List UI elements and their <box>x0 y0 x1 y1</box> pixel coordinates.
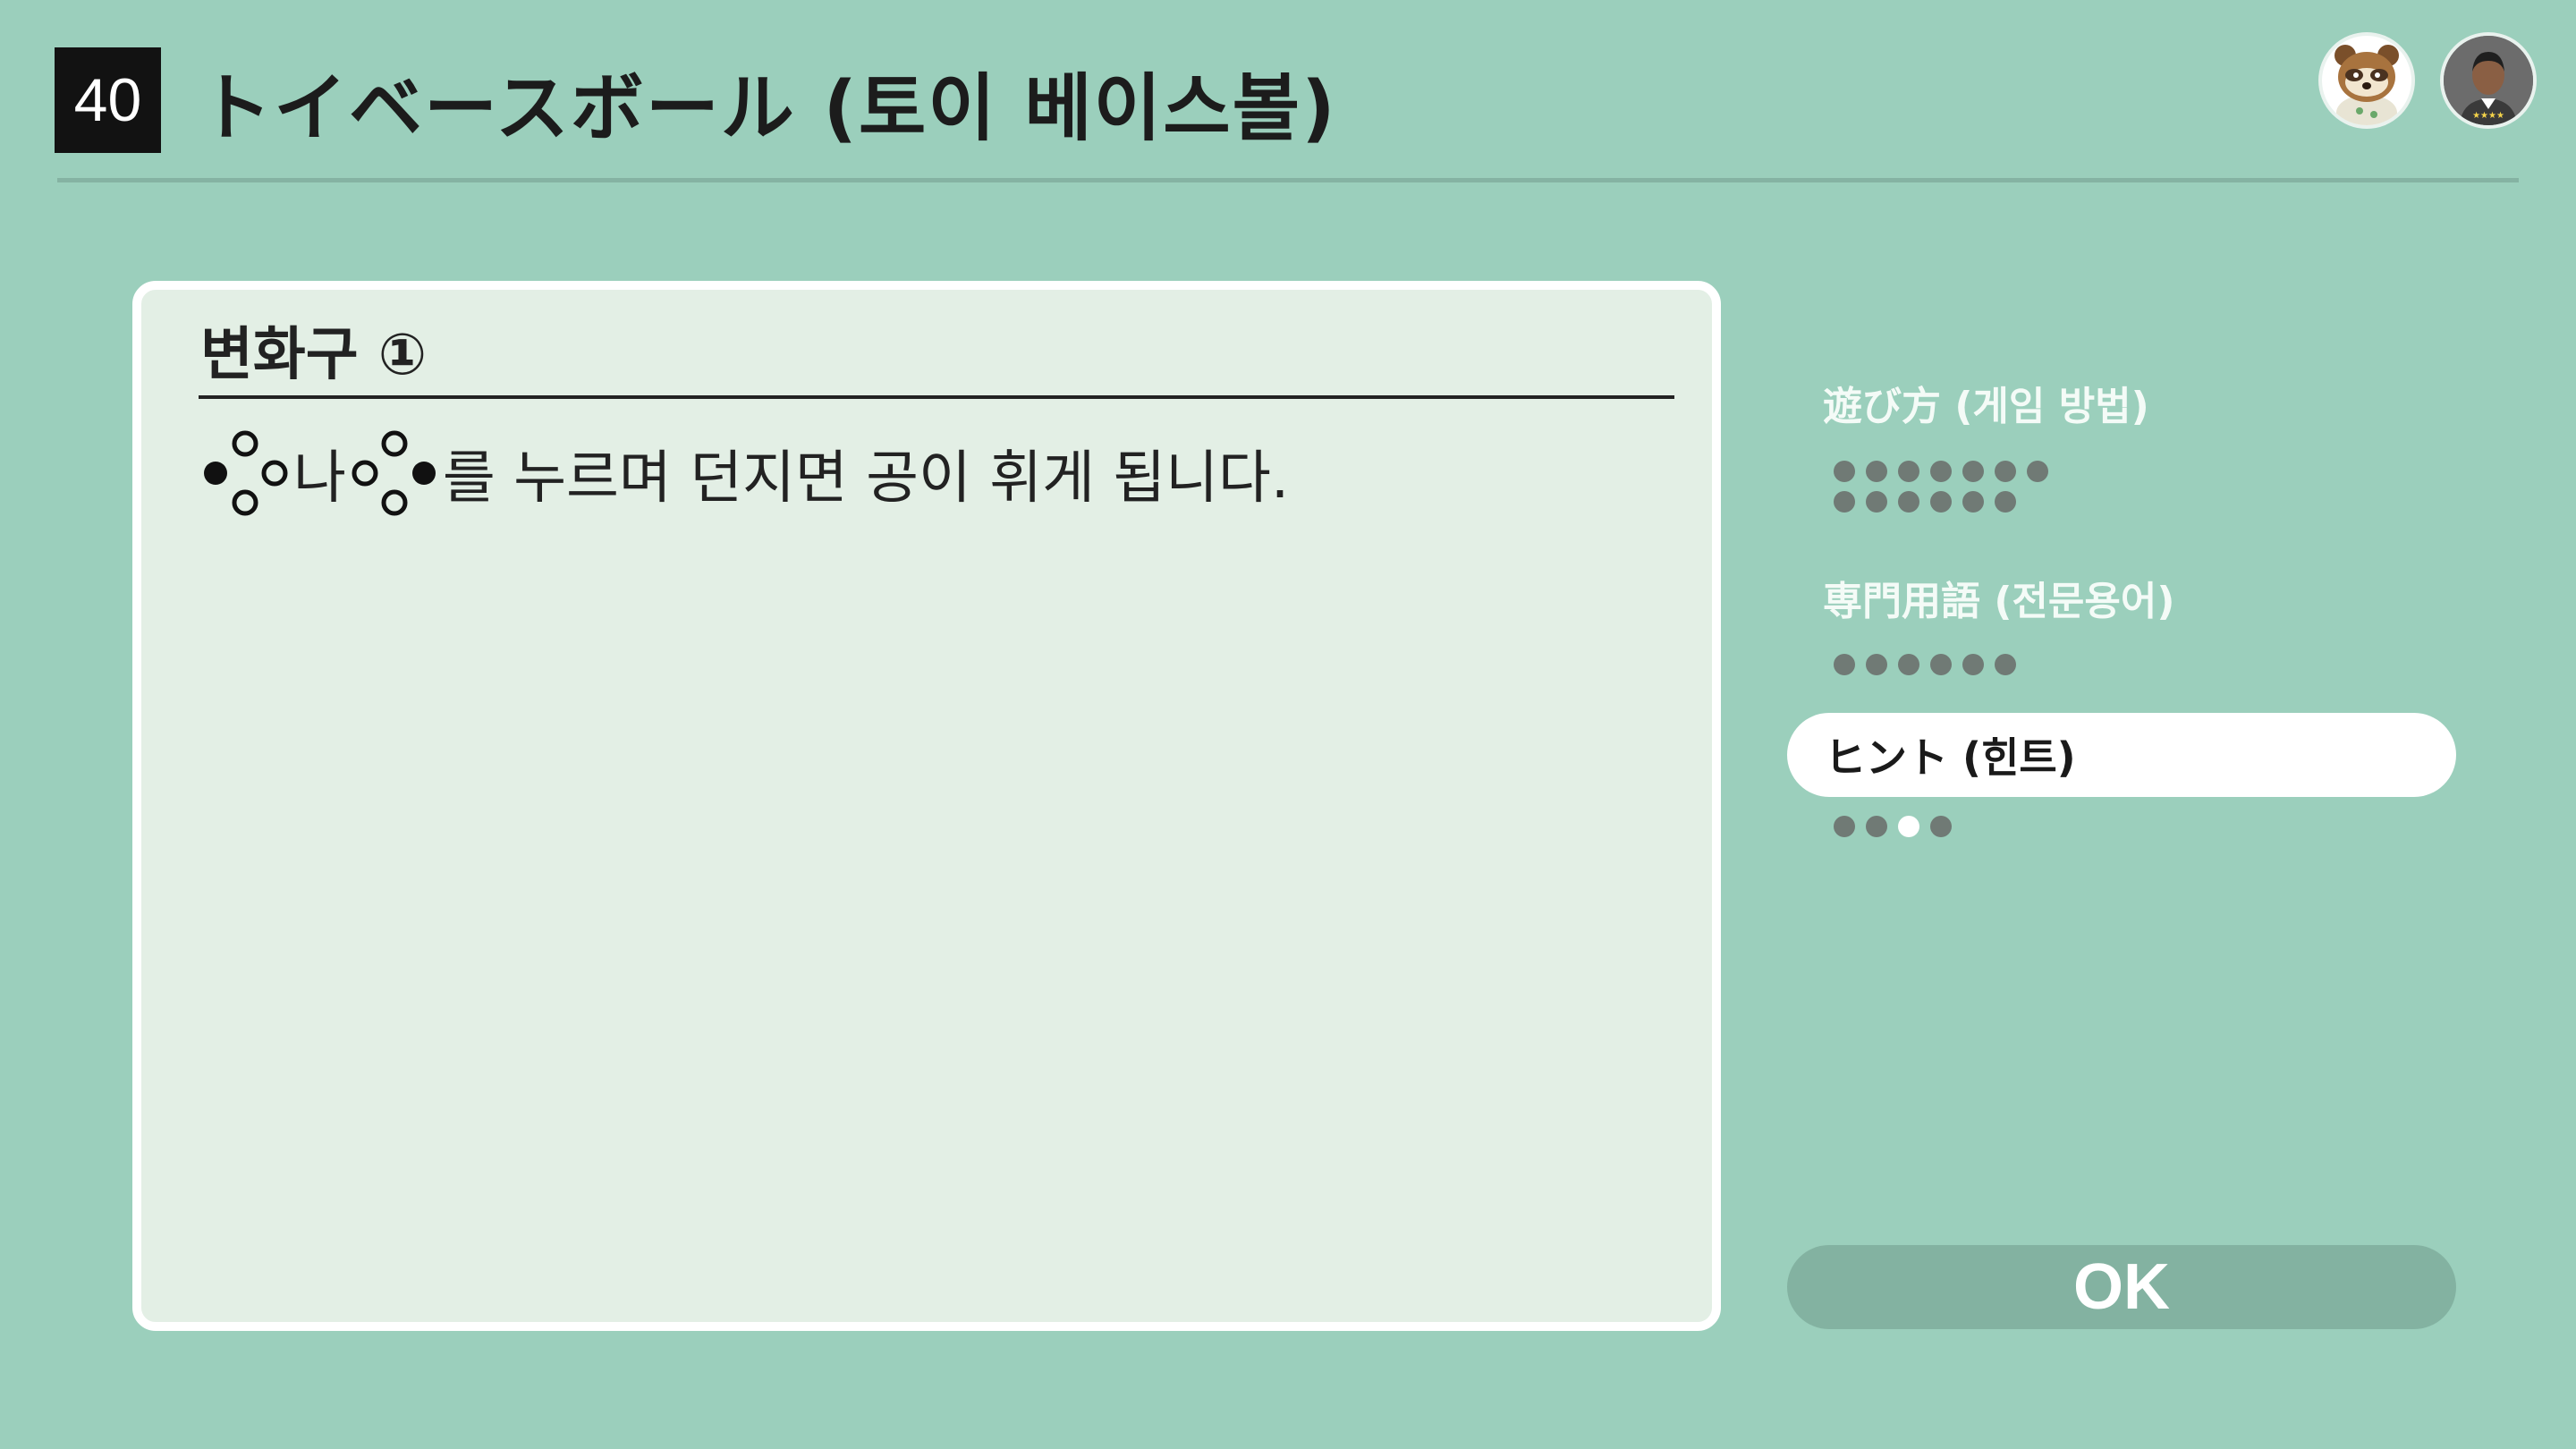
page-dots-terminology <box>1834 654 2048 675</box>
panel-title-rule <box>199 395 1674 399</box>
page-dots-hints <box>1834 816 2048 837</box>
page-dot <box>1995 491 2016 513</box>
page-dot <box>1930 491 1952 513</box>
page-dot <box>1962 654 1984 675</box>
page-dot <box>1834 816 1855 837</box>
menu-item-hints[interactable]: ヒント (힌트) <box>1787 713 2456 797</box>
page-dot <box>1898 654 1919 675</box>
page-dot <box>1930 654 1952 675</box>
panel-title: 변화구 ① <box>200 322 428 388</box>
panel-body: 나 를 누르며 던지면 공이 휘게 됩니다. <box>200 424 1289 522</box>
svg-text:★★★★: ★★★★ <box>2472 111 2504 121</box>
page-dots-how-to-play <box>1834 461 2048 513</box>
page-dot <box>1962 461 1984 482</box>
game-number-badge: 40 <box>55 47 161 153</box>
page-dot <box>1995 654 2016 675</box>
page-dot <box>1866 461 1887 482</box>
page-dot <box>1898 461 1919 482</box>
page-dot-current <box>1898 816 1919 837</box>
page-dot <box>1995 461 2016 482</box>
page-dot <box>1898 491 1919 513</box>
right-face-button-icon <box>350 428 439 518</box>
menu-item-terminology[interactable]: 専門用語 (전문용어) <box>1823 569 2174 626</box>
side-menu: 遊び方 (게임 방법) 専門用語 (전문용어) ヒント (힌트) <box>1787 0 2456 1449</box>
page-dot <box>1930 461 1952 482</box>
page-dot <box>1866 654 1887 675</box>
page-dot <box>1834 461 1855 482</box>
menu-item-how-to-play[interactable]: 遊び方 (게임 방법) <box>1823 374 2149 431</box>
hint-panel: 변화구 ① 나 를 누르며 던지면 공이 휘게 됩니다. <box>132 281 1721 1331</box>
page-dot <box>1866 491 1887 513</box>
page-dot <box>1962 491 1984 513</box>
ok-button[interactable]: OK <box>1787 1245 2456 1329</box>
page-dot <box>1834 654 1855 675</box>
body-connector: 나 <box>293 445 346 512</box>
page-dot <box>1834 491 1855 513</box>
page-dot <box>1866 816 1887 837</box>
game-title: トイベースボール (토이 베이스볼) <box>199 65 1337 151</box>
body-text: 를 누르며 던지면 공이 휘게 됩니다. <box>442 445 1290 512</box>
left-face-button-icon <box>200 428 290 518</box>
person-avatar-icon: ★★★★ <box>2444 36 2533 125</box>
page-dot <box>2027 461 2048 482</box>
menu-item-hints-label: ヒント (힌트) <box>1825 733 2076 782</box>
page-dot <box>1930 816 1952 837</box>
